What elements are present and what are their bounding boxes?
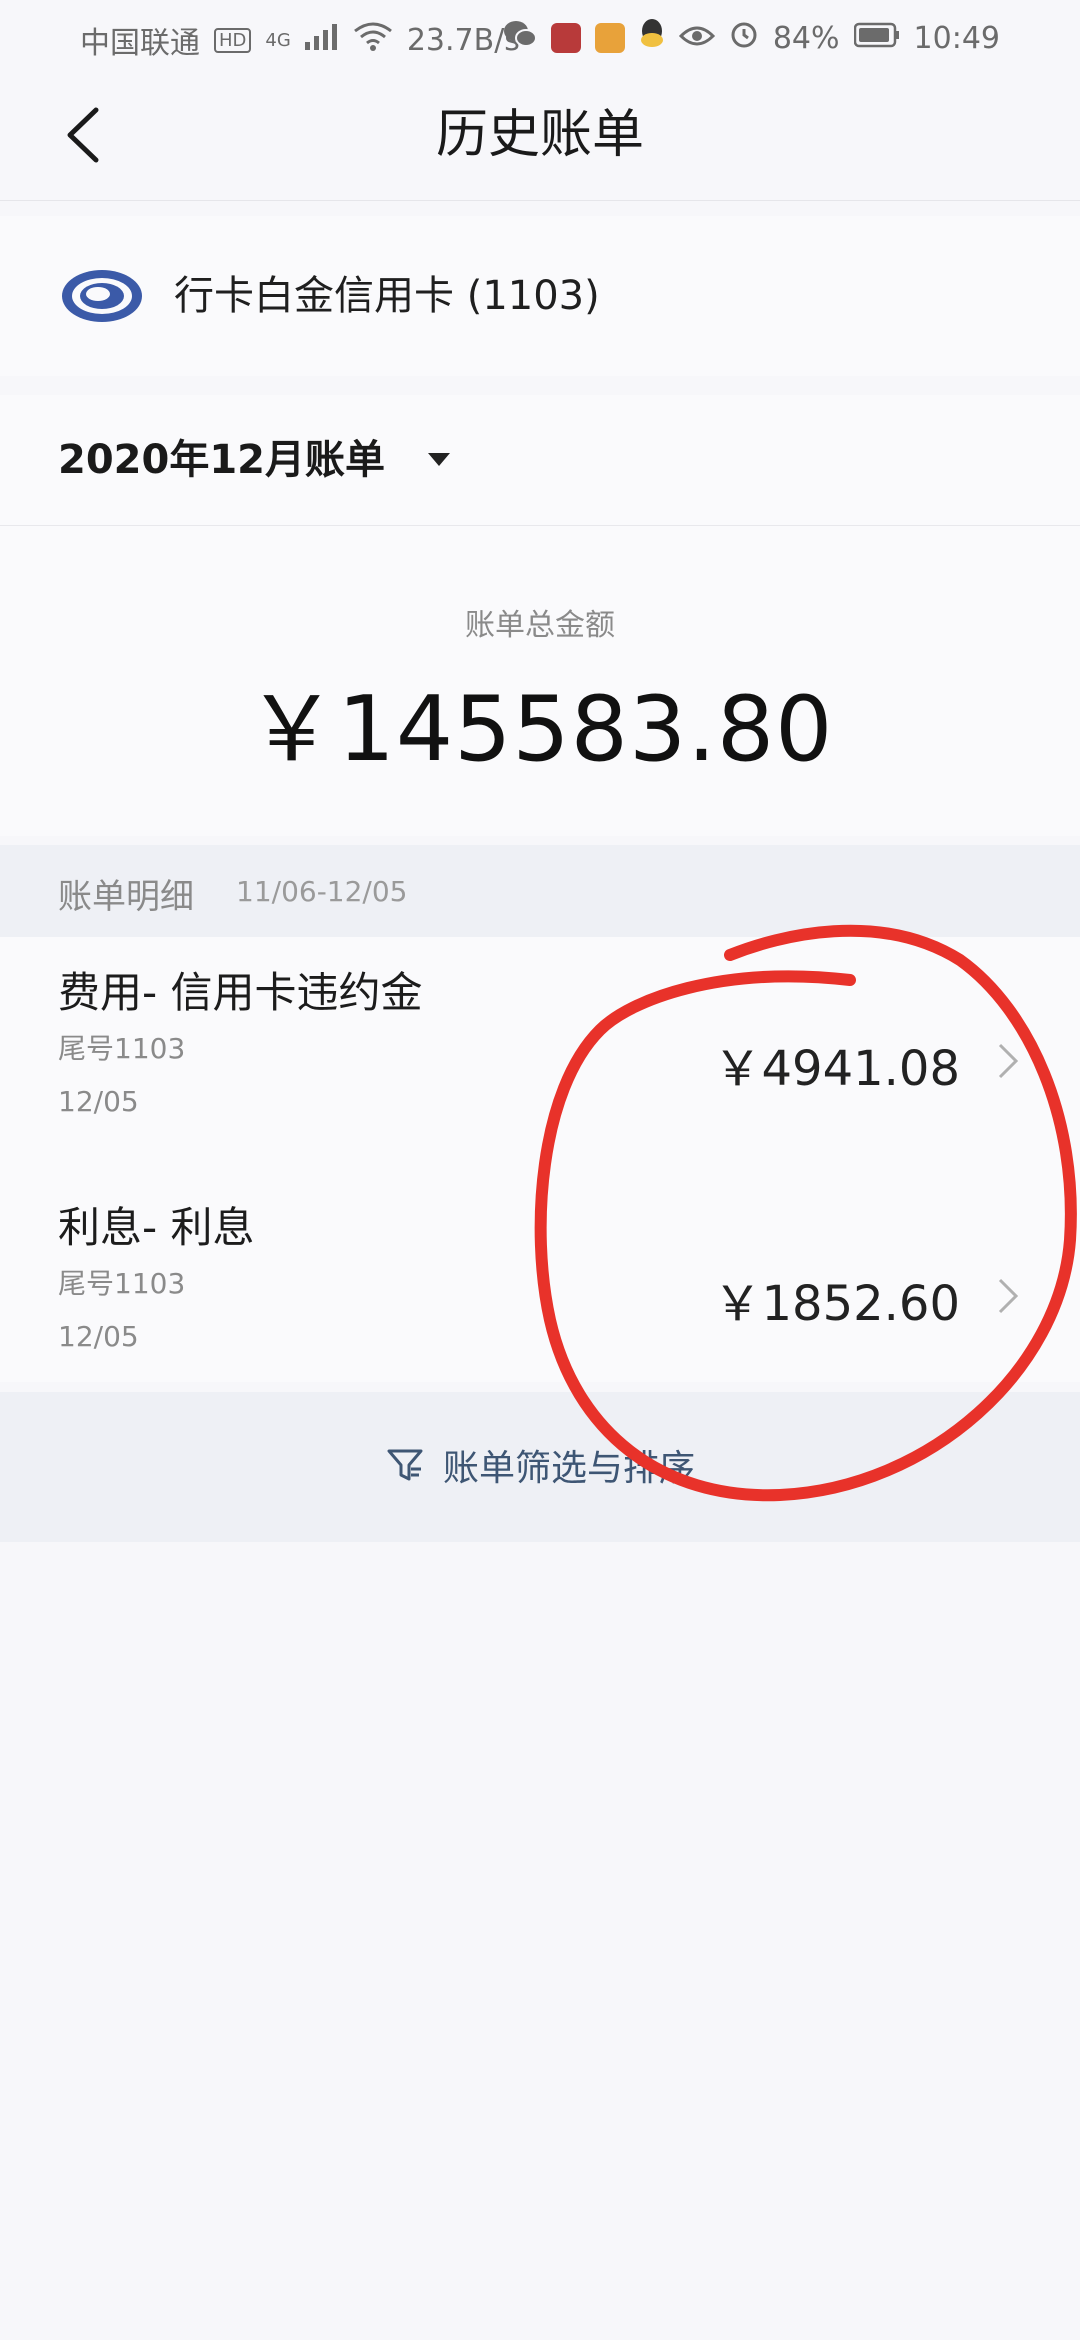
item-card-tail: 尾号1103 <box>58 1267 186 1300</box>
list-item[interactable]: 费用- 信用卡违约金 尾号1103 12/05 ￥4941.08 <box>0 937 1080 1167</box>
item-amount: ￥1852.60 <box>713 1276 961 1332</box>
details-title: 账单明细 <box>58 877 194 917</box>
filter-icon <box>387 1449 423 1481</box>
qq-icon <box>639 18 665 58</box>
weibo-icon <box>550 23 581 53</box>
bill-details-header: 账单明细 11/06-12/05 <box>0 845 1080 937</box>
filter-sort-bar[interactable]: 账单筛选与排序 <box>0 1392 1080 1542</box>
app-header: 历史账单 <box>0 72 1080 201</box>
filter-sort-label: 账单筛选与排序 <box>442 1448 695 1489</box>
page-title: 历史账单 <box>435 105 644 165</box>
bank-logo-icon <box>58 261 146 331</box>
caret-down-icon <box>428 453 450 466</box>
alarm-icon <box>729 19 759 57</box>
bill-month-selector[interactable]: 2020年12月账单 <box>0 395 1080 526</box>
wifi-icon <box>353 21 393 59</box>
battery-icon <box>853 21 900 56</box>
filter-sort-button[interactable]: 账单筛选与排序 <box>0 1440 1080 1490</box>
bill-item-list: 费用- 信用卡违约金 尾号1103 12/05 ￥4941.08 利息- 利息 … <box>0 937 1080 1382</box>
item-amount: ￥4941.08 <box>713 1041 961 1097</box>
status-right: 84% 10:49 <box>503 18 1000 58</box>
item-title: 利息- 利息 <box>58 1203 255 1252</box>
network-label: 4G <box>265 29 291 51</box>
wechat-icon <box>503 19 537 57</box>
signal-icon <box>304 22 339 58</box>
chevron-right-icon <box>998 1278 1019 1314</box>
total-amount: ￥145583.80 <box>246 677 834 782</box>
list-item[interactable]: 利息- 利息 尾号1103 12/05 ￥1852.60 <box>0 1172 1080 1402</box>
eye-icon <box>678 21 715 56</box>
total-caption: 账单总金额 <box>465 608 615 643</box>
item-date: 12/05 <box>58 1085 139 1118</box>
battery-percent: 84% <box>772 20 840 56</box>
details-date-range: 11/06-12/05 <box>236 875 408 908</box>
item-card-tail: 尾号1103 <box>58 1032 186 1065</box>
status-bar: 中国联通 HD 4G 23.7B/s 84% 10:49 <box>0 0 1080 72</box>
carrier-label: 中国联通 <box>80 26 200 61</box>
bill-month-label: 2020年12月账单 <box>58 437 385 483</box>
card-name: 行卡白金信用卡 (1103) <box>174 273 600 319</box>
status-left: 中国联通 HD 4G 23.7B/s <box>80 18 520 62</box>
item-title: 费用- 信用卡违约金 <box>58 968 423 1017</box>
chevron-right-icon <box>998 1043 1019 1079</box>
card-info-row[interactable]: 行卡白金信用卡 (1103) <box>0 216 1080 376</box>
hd-badge: HD <box>214 27 252 53</box>
video-app-icon <box>594 23 625 53</box>
bill-total-section: 账单总金额 ￥145583.80 <box>0 526 1080 836</box>
item-date: 12/05 <box>58 1320 139 1353</box>
clock-time: 10:49 <box>913 20 1000 56</box>
